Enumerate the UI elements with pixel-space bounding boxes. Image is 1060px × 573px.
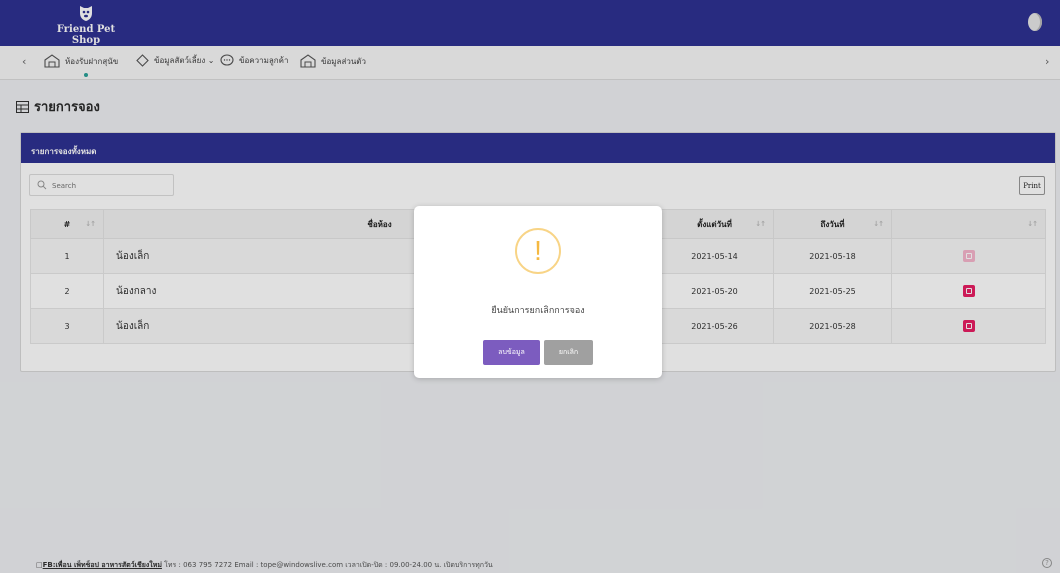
warning-icon: ! (515, 228, 561, 274)
confirm-cancel-dialog: ! ยืนยันการยกเลิกการจอง ลบข้อมูล ยกเลิก (414, 206, 662, 378)
dialog-message: ยืนยันการยกเลิกการจอง (491, 306, 585, 316)
cancel-button[interactable]: ยกเลิก (544, 340, 593, 365)
confirm-delete-button[interactable]: ลบข้อมูล (483, 340, 540, 365)
